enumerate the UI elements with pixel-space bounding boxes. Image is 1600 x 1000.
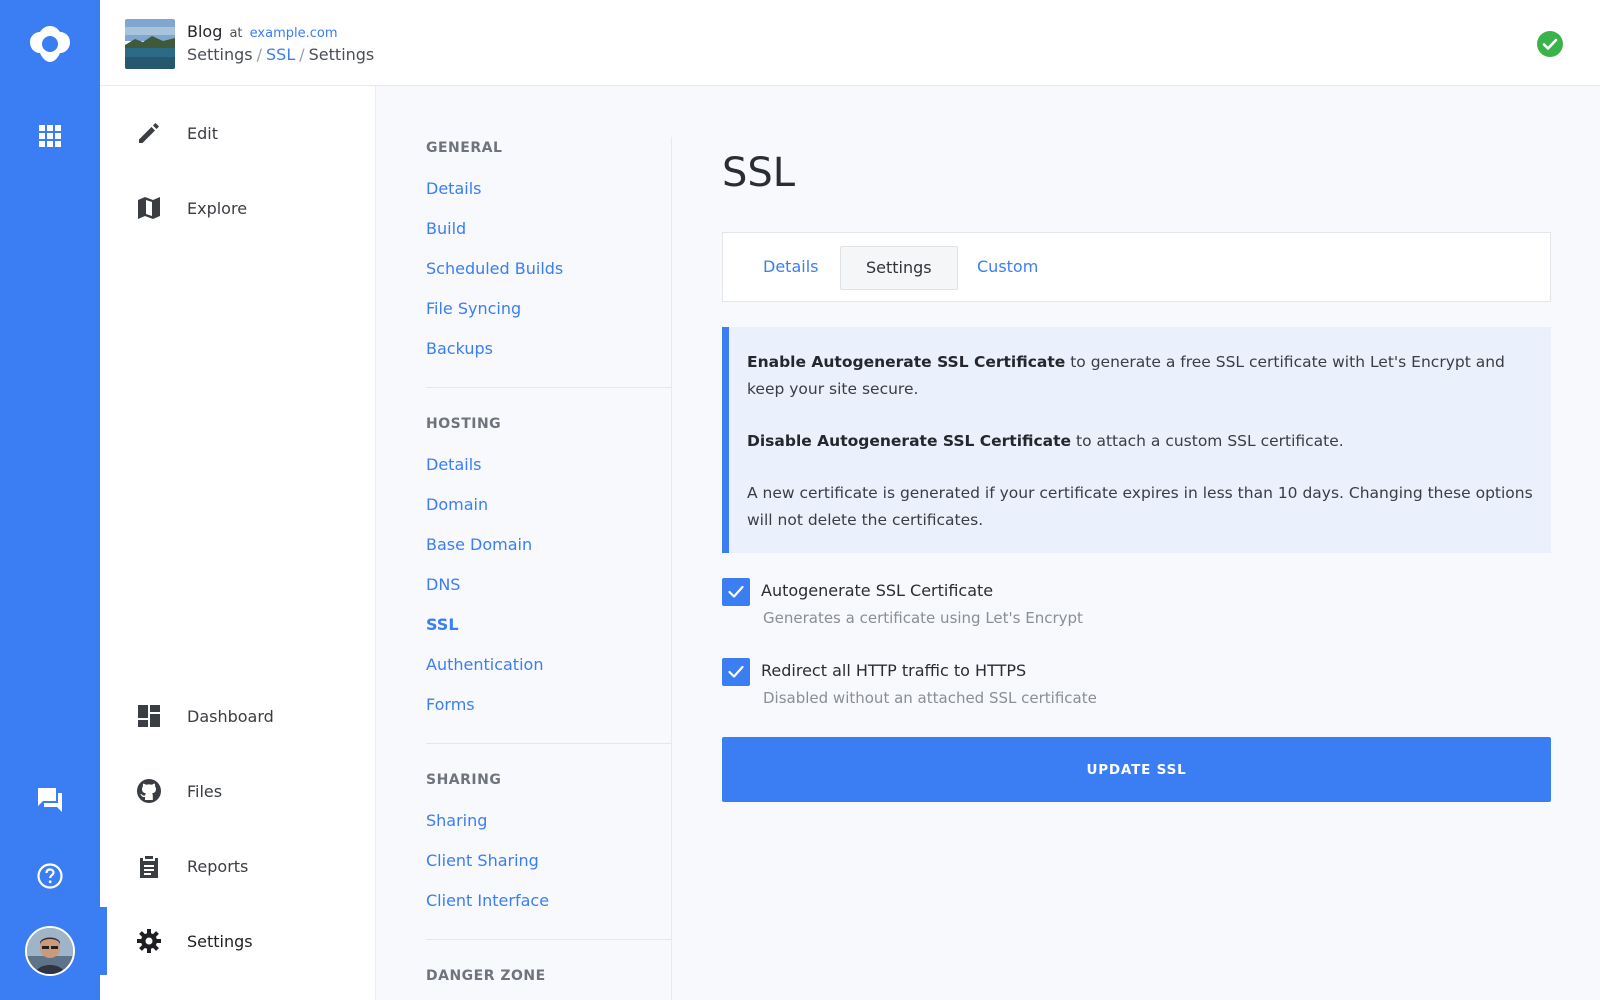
- nav-item-explore[interactable]: Explore: [100, 180, 376, 236]
- tab-bar: Details Settings Custom: [722, 232, 1551, 302]
- section-divider: [426, 387, 672, 388]
- chat-icon[interactable]: [36, 786, 64, 814]
- subnav-divider: [671, 137, 672, 1000]
- site-domain-link[interactable]: example.com: [250, 26, 338, 41]
- app-logo-icon[interactable]: [25, 22, 75, 66]
- checkbox-label[interactable]: Redirect all HTTP traffic to HTTPS: [761, 661, 1026, 680]
- breadcrumb-item[interactable]: SSL: [266, 45, 295, 64]
- clipboard-icon: [136, 853, 162, 879]
- check-circle-icon: [1537, 31, 1563, 57]
- subnav-item-client-sharing[interactable]: Client Sharing: [426, 851, 539, 870]
- site-title: Blog at example.com: [187, 22, 338, 41]
- nav-label: Edit: [187, 123, 218, 143]
- app-rail: [0, 0, 100, 1000]
- redirect-https-checkbox[interactable]: [722, 658, 750, 686]
- subnav-item-client-interface[interactable]: Client Interface: [426, 891, 549, 910]
- user-avatar[interactable]: [25, 926, 75, 976]
- nav-item-reports[interactable]: Reports: [100, 838, 376, 894]
- info-paragraph: A new certificate is generated if your c…: [747, 484, 1533, 529]
- info-paragraph: Disable Autogenerate SSL Certificate to …: [747, 428, 1533, 455]
- main-nav: Edit Explore Dashboard Files Reports Set…: [100, 86, 376, 1000]
- subnav-section-title: GENERAL: [426, 140, 503, 156]
- nav-item-dashboard[interactable]: Dashboard: [100, 688, 376, 744]
- nav-item-settings[interactable]: Settings: [100, 907, 376, 975]
- section-divider: [426, 743, 672, 744]
- checkbox-help-text: Disabled without an attached SSL certifi…: [763, 689, 1097, 707]
- subnav-item-scheduled-builds[interactable]: Scheduled Builds: [426, 259, 563, 278]
- info-callout: Enable Autogenerate SSL Certificate to g…: [722, 327, 1551, 553]
- subnav-item-domain[interactable]: Domain: [426, 495, 488, 514]
- tab-details[interactable]: Details: [738, 246, 843, 290]
- nav-label: Files: [187, 781, 223, 801]
- breadcrumb: Settings / SSL / Settings: [187, 45, 375, 64]
- page-title: SSL: [722, 150, 796, 196]
- site-at-label: at: [229, 26, 243, 41]
- grid-icon[interactable]: [38, 124, 62, 148]
- gear-icon: [136, 928, 162, 954]
- tab-custom[interactable]: Custom: [952, 246, 1063, 290]
- info-bold: Disable Autogenerate SSL Certificate: [747, 432, 1072, 450]
- subnav-item-hosting-details[interactable]: Details: [426, 455, 481, 474]
- breadcrumb-item[interactable]: Settings: [187, 45, 253, 64]
- update-ssl-button[interactable]: UPDATE SSL: [722, 737, 1551, 802]
- tab-settings[interactable]: Settings: [840, 246, 958, 290]
- checkbox-label[interactable]: Autogenerate SSL Certificate: [761, 581, 993, 600]
- subnav-item-general-details[interactable]: Details: [426, 179, 481, 198]
- nav-item-files[interactable]: Files: [100, 763, 376, 819]
- subnav-section-title: DANGER ZONE: [426, 968, 546, 984]
- nav-item-edit[interactable]: Edit: [100, 105, 376, 161]
- subnav-item-forms[interactable]: Forms: [426, 695, 475, 714]
- subnav-item-authentication[interactable]: Authentication: [426, 655, 543, 674]
- subnav-item-base-domain[interactable]: Base Domain: [426, 535, 532, 554]
- help-icon[interactable]: [36, 862, 64, 890]
- autogenerate-checkbox[interactable]: [722, 578, 750, 606]
- nav-label: Explore: [187, 198, 248, 218]
- info-bold: Enable Autogenerate SSL Certificate: [747, 353, 1066, 371]
- info-paragraph: Enable Autogenerate SSL Certificate to g…: [747, 349, 1533, 403]
- section-divider: [426, 939, 672, 940]
- nav-label: Reports: [187, 856, 249, 876]
- checkbox-help-text: Generates a certificate using Let's Encr…: [763, 609, 1083, 627]
- map-icon: [136, 195, 162, 221]
- github-icon: [136, 778, 162, 804]
- subnav-item-dns[interactable]: DNS: [426, 575, 460, 594]
- subnav-item-backups[interactable]: Backups: [426, 339, 493, 358]
- subnav-item-sharing[interactable]: Sharing: [426, 811, 487, 830]
- site-thumbnail[interactable]: [125, 19, 175, 69]
- nav-label: Settings: [187, 931, 253, 951]
- info-text: to attach a custom SSL certificate.: [1071, 432, 1344, 450]
- dashboard-icon: [136, 703, 162, 729]
- subnav-item-build[interactable]: Build: [426, 219, 466, 238]
- top-header: Blog at example.com Settings / SSL / Setting…: [100, 0, 1600, 86]
- pencil-icon: [136, 120, 162, 146]
- subnav-item-ssl[interactable]: SSL: [426, 615, 459, 634]
- subnav-section-title: SHARING: [426, 772, 502, 788]
- breadcrumb-current: Settings: [308, 45, 375, 64]
- subnav-item-file-syncing[interactable]: File Syncing: [426, 299, 521, 318]
- nav-label: Dashboard: [187, 706, 274, 726]
- subnav-section-title: HOSTING: [426, 416, 502, 432]
- site-name[interactable]: Blog: [187, 22, 222, 41]
